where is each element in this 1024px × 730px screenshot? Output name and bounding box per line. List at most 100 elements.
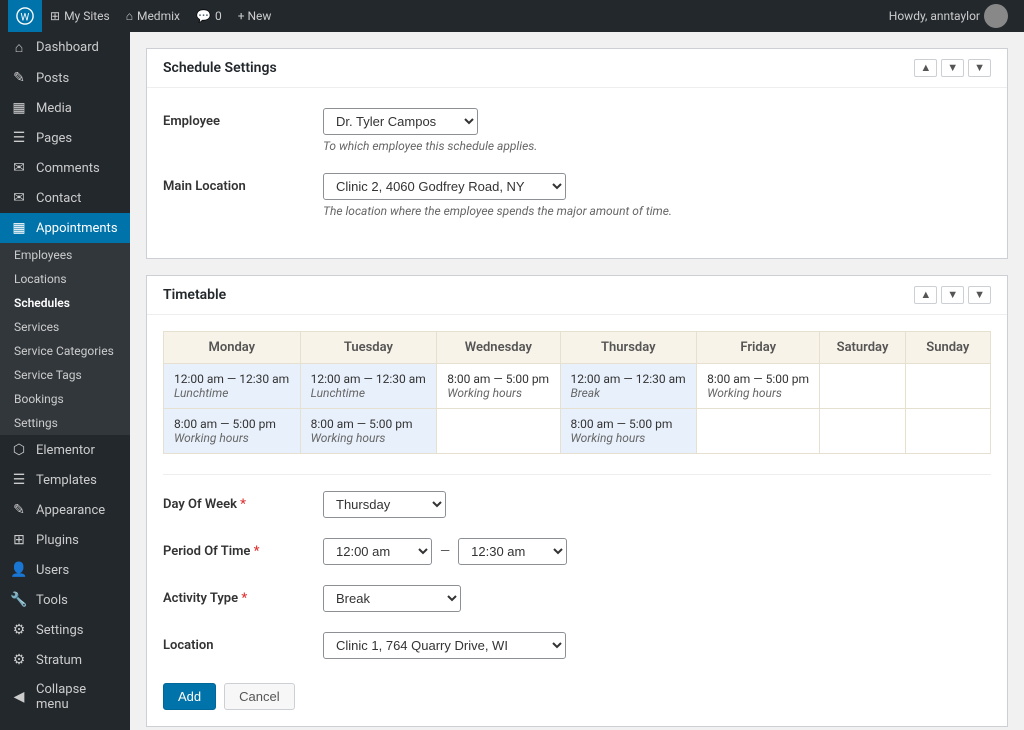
sidebar-item-schedules[interactable]: Schedules	[0, 291, 130, 315]
tuesday-entry1: 12:00 am — 12:30 am Lunchtime	[311, 372, 427, 400]
sidebar-item-settings-main[interactable]: ⚙ Settings	[0, 615, 130, 645]
sidebar-item-service-categories[interactable]: Service Categories	[0, 339, 130, 363]
sidebar-item-service-tags[interactable]: Service Tags	[0, 363, 130, 387]
users-icon: 👤	[10, 562, 28, 578]
sidebar-item-contact[interactable]: ✉ Contact	[0, 183, 130, 213]
panel-down-btn[interactable]: ▼	[941, 59, 964, 77]
thursday-row2: 8:00 am — 5:00 pm Working hours	[560, 409, 697, 454]
timetable-down-btn[interactable]: ▼	[941, 286, 964, 304]
sidebar-collapse[interactable]: ◀ Collapse menu	[0, 675, 130, 719]
appointments-icon: ▦	[10, 220, 28, 236]
cancel-button[interactable]: Cancel	[224, 683, 294, 710]
comments-icon: ✉	[10, 160, 28, 176]
timetable-panel: Timetable ▲ ▼ ▼ Monday Tuesday Wednesday…	[146, 275, 1008, 727]
col-sunday: Sunday	[905, 332, 990, 364]
location-label: Location	[163, 632, 323, 653]
sidebar-item-services[interactable]: Services	[0, 315, 130, 339]
new-content[interactable]: + New	[230, 0, 280, 32]
timetable-form: Day Of Week * Monday Tuesday Wednesday T…	[163, 474, 991, 710]
location-select[interactable]: Clinic 1, 764 Quarry Drive, WI Clinic 2,…	[323, 632, 566, 659]
thursday-row1: 12:00 am — 12:30 am Break	[560, 364, 697, 409]
table-row: 12:00 am — 12:30 am Lunchtime 12:00 am —…	[164, 364, 991, 409]
site-name[interactable]: ⌂ Medmix	[118, 0, 188, 32]
main-location-label: Main Location	[163, 173, 323, 194]
timetable-controls: ▲ ▼ ▼	[914, 286, 991, 304]
day-of-week-select[interactable]: Monday Tuesday Wednesday Thursday Friday…	[323, 491, 446, 518]
sidebar-item-employees[interactable]: Employees	[0, 243, 130, 267]
panel-close-btn[interactable]: ▼	[968, 59, 991, 77]
panel-controls: ▲ ▼ ▼	[914, 59, 991, 77]
monday-row2: 8:00 am — 5:00 pm Working hours	[164, 409, 301, 454]
activity-type-select[interactable]: Break Working hours Lunchtime	[323, 585, 461, 612]
period-end-select[interactable]: 12:00 am 12:30 am 1:00 am 6:00 am 8:00 a…	[458, 538, 567, 565]
templates-icon: ☰	[10, 472, 28, 488]
panel-up-btn[interactable]: ▲	[914, 59, 937, 77]
employee-field: Dr. Tyler Campos To which employee this …	[323, 108, 991, 153]
sidebar-item-stratum[interactable]: ⚙ Stratum	[0, 645, 130, 675]
monday-row1: 12:00 am — 12:30 am Lunchtime	[164, 364, 301, 409]
sidebar-item-templates[interactable]: ☰ Templates	[0, 465, 130, 495]
comments-count[interactable]: 💬 0	[188, 0, 230, 32]
appointments-submenu: Employees Locations Schedules Services S…	[0, 243, 130, 435]
sidebar-item-comments[interactable]: ✉ Comments	[0, 153, 130, 183]
sidebar-item-plugins[interactable]: ⊞ Plugins	[0, 525, 130, 555]
sidebar-item-appearance[interactable]: ✎ Appearance	[0, 495, 130, 525]
col-friday: Friday	[697, 332, 820, 364]
employee-select[interactable]: Dr. Tyler Campos	[323, 108, 478, 135]
required-mark2: *	[250, 544, 259, 559]
timetable-up-btn[interactable]: ▲	[914, 286, 937, 304]
main-location-select[interactable]: Clinic 2, 4060 Godfrey Road, NY	[323, 173, 566, 200]
tuesday-row2: 8:00 am — 5:00 pm Working hours	[300, 409, 437, 454]
day-of-week-label: Day Of Week *	[163, 491, 323, 512]
period-of-time-row: Period Of Time * 12:00 am 12:30 am 1:00 …	[163, 538, 991, 565]
sidebar-item-elementor[interactable]: ⬡ Elementor	[0, 435, 130, 465]
timetable-table: Monday Tuesday Wednesday Thursday Friday…	[163, 331, 991, 454]
sidebar-item-tools[interactable]: 🔧 Tools	[0, 585, 130, 615]
sidebar-item-bookings[interactable]: Bookings	[0, 387, 130, 411]
sidebar-item-users[interactable]: 👤 Users	[0, 555, 130, 585]
stratum-icon: ⚙	[10, 652, 28, 668]
saturday-row1	[820, 364, 905, 409]
required-mark: *	[237, 497, 246, 512]
sidebar-item-media[interactable]: ▦ Media	[0, 93, 130, 123]
main-location-hint: The location where the employee spends t…	[323, 204, 991, 218]
sidebar-item-locations[interactable]: Locations	[0, 267, 130, 291]
sidebar-item-posts[interactable]: ✎ Posts	[0, 63, 130, 93]
sidebar-item-pages[interactable]: ☰ Pages	[0, 123, 130, 153]
my-sites-menu[interactable]: ⊞ My Sites	[42, 0, 118, 32]
day-of-week-row: Day Of Week * Monday Tuesday Wednesday T…	[163, 491, 991, 518]
employee-hint: To which employee this schedule applies.	[323, 139, 991, 153]
tuesday-entry2: 8:00 am — 5:00 pm Working hours	[311, 417, 427, 445]
employee-row: Employee Dr. Tyler Campos To which emplo…	[163, 108, 991, 153]
wednesday-row1: 8:00 am — 5:00 pm Working hours	[437, 364, 560, 409]
sunday-row2	[905, 409, 990, 454]
timetable-close-btn[interactable]: ▼	[968, 286, 991, 304]
col-saturday: Saturday	[820, 332, 905, 364]
schedule-settings-title: Schedule Settings	[163, 60, 277, 76]
monday-entry2: 8:00 am — 5:00 pm Working hours	[174, 417, 290, 445]
location-field: Clinic 1, 764 Quarry Drive, WI Clinic 2,…	[323, 632, 991, 659]
tuesday-row1: 12:00 am — 12:30 am Lunchtime	[300, 364, 437, 409]
schedule-settings-header: Schedule Settings ▲ ▼ ▼	[147, 49, 1007, 88]
form-buttons: Add Cancel	[163, 683, 991, 710]
main-location-row: Main Location Clinic 2, 4060 Godfrey Roa…	[163, 173, 991, 218]
appearance-icon: ✎	[10, 502, 28, 518]
comment-icon: 💬	[196, 9, 211, 23]
wednesday-entry1: 8:00 am — 5:00 pm Working hours	[447, 372, 549, 400]
thursday-entry1: 12:00 am — 12:30 am Break	[571, 372, 687, 400]
period-time-inputs: 12:00 am 12:30 am 1:00 am 6:00 am 8:00 a…	[323, 538, 991, 565]
user-greeting[interactable]: Howdy, anntaylor	[881, 0, 1016, 32]
add-button[interactable]: Add	[163, 683, 216, 710]
time-range-dash: —	[440, 544, 450, 559]
activity-type-row: Activity Type * Break Working hours Lunc…	[163, 585, 991, 612]
sidebar-item-appointments[interactable]: ▦ Appointments	[0, 213, 130, 243]
friday-entry1: 8:00 am — 5:00 pm Working hours	[707, 372, 809, 400]
table-row: 8:00 am — 5:00 pm Working hours 8:00 am …	[164, 409, 991, 454]
period-start-select[interactable]: 12:00 am 12:30 am 1:00 am 6:00 am 8:00 a…	[323, 538, 432, 565]
sidebar-item-dashboard[interactable]: ⌂ Dashboard	[0, 32, 130, 63]
wp-logo[interactable]: W	[8, 0, 42, 32]
sidebar-item-settings[interactable]: Settings	[0, 411, 130, 435]
timetable-title: Timetable	[163, 287, 226, 303]
admin-bar: W ⊞ My Sites ⌂ Medmix 💬 0 + New Howdy, a…	[0, 0, 1024, 32]
collapse-icon: ◀	[10, 689, 28, 705]
